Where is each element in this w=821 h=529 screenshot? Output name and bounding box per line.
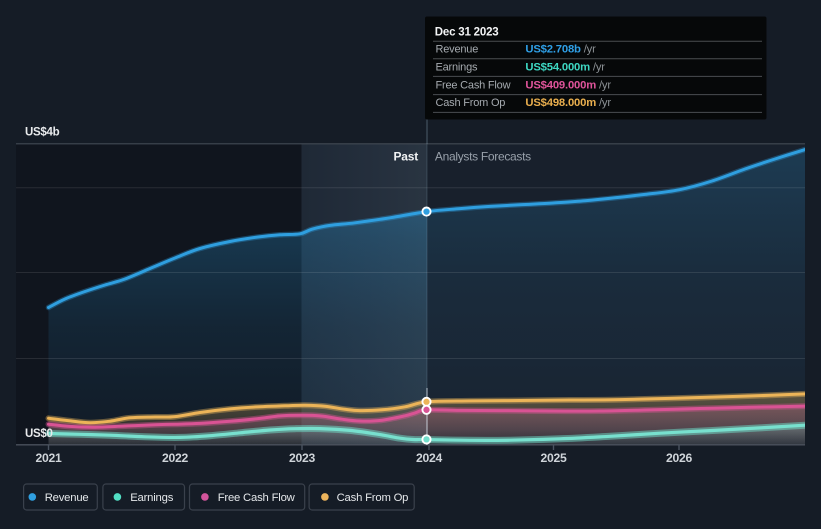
svg-text:Cash From Op: Cash From Op [337, 492, 409, 504]
svg-text:2023: 2023 [289, 451, 315, 465]
svg-text:US$4b: US$4b [25, 127, 60, 139]
svg-text:Earnings: Earnings [130, 492, 174, 504]
svg-text:US$2.708b /yr: US$2.708b /yr [525, 44, 596, 56]
svg-text:Free Cash Flow: Free Cash Flow [218, 492, 296, 504]
svg-text:Revenue: Revenue [436, 44, 479, 56]
svg-text:Cash From Op: Cash From Op [436, 97, 506, 109]
svg-text:2025: 2025 [541, 451, 567, 465]
svg-text:US$0: US$0 [25, 428, 53, 440]
svg-text:Free Cash Flow: Free Cash Flow [436, 79, 511, 91]
svg-text:Revenue: Revenue [45, 492, 89, 504]
svg-text:2024: 2024 [416, 451, 442, 465]
svg-text:US$498.000m /yr: US$498.000m /yr [525, 97, 611, 109]
svg-text:US$409.000m /yr: US$409.000m /yr [525, 79, 611, 91]
svg-text:Past: Past [393, 149, 418, 163]
svg-text:Earnings: Earnings [436, 62, 479, 74]
svg-text:Dec 31 2023: Dec 31 2023 [435, 26, 499, 38]
svg-text:US$54.000m /yr: US$54.000m /yr [525, 62, 605, 74]
svg-text:Analysts Forecasts: Analysts Forecasts [435, 149, 531, 163]
svg-text:2026: 2026 [666, 451, 692, 465]
svg-text:2021: 2021 [36, 451, 62, 465]
svg-text:2022: 2022 [162, 451, 188, 465]
